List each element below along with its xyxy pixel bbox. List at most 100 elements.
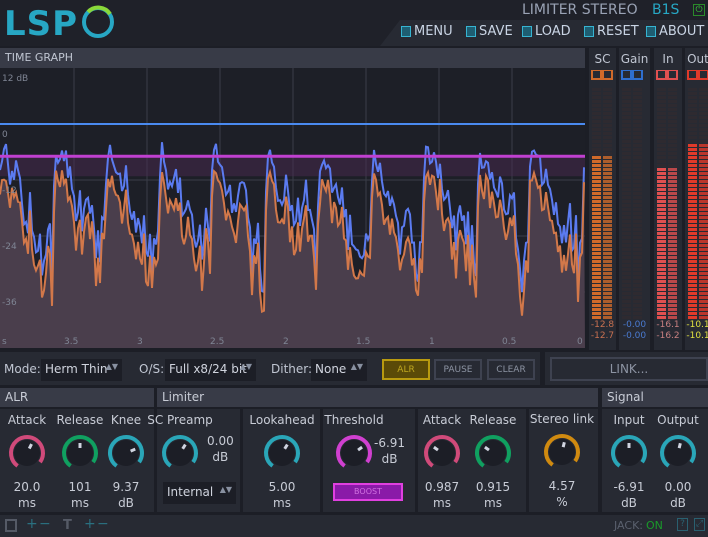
sc-source-select[interactable]: Internal ▲▼ xyxy=(163,482,236,504)
knob-body xyxy=(549,439,575,465)
x-axis-label: 1 xyxy=(429,337,435,347)
meter-segment xyxy=(592,176,601,179)
meter-segment xyxy=(592,248,601,251)
meter-segment xyxy=(657,168,666,171)
meter-segment xyxy=(633,212,642,215)
link-button[interactable]: LINK... xyxy=(550,357,708,381)
meter-segment xyxy=(592,284,601,287)
meter-segment xyxy=(699,212,708,215)
meter-segment xyxy=(622,108,631,111)
plugin-variant: B1S xyxy=(652,2,680,18)
meter-segment xyxy=(657,128,666,131)
clear-button[interactable]: CLEAR xyxy=(487,359,535,380)
window-size-icon[interactable] xyxy=(5,519,17,532)
reset-button[interactable]: RESET xyxy=(584,24,639,39)
knob-body xyxy=(665,440,691,466)
meter-segment xyxy=(633,100,642,103)
font-size-icon[interactable]: T xyxy=(63,518,72,533)
meter-segment xyxy=(603,296,612,299)
meter-segment xyxy=(603,148,612,151)
knob-body xyxy=(113,440,139,466)
meter-segment xyxy=(657,236,666,239)
meter-segment xyxy=(633,204,642,207)
meter-segment xyxy=(688,168,697,171)
meter-segment xyxy=(592,184,601,187)
font-increase-icon[interactable]: + xyxy=(84,516,96,532)
save-label: SAVE xyxy=(479,24,513,39)
jack-label: JACK: xyxy=(614,519,643,532)
zoom-out-icon[interactable]: − xyxy=(39,516,51,532)
meter-segment xyxy=(668,240,677,243)
meter-segment xyxy=(633,188,642,191)
meter-segment xyxy=(592,288,601,291)
meter-segment xyxy=(688,272,697,275)
zoom-in-icon[interactable]: + xyxy=(26,516,38,532)
sc-preamp-value: 0.00 xyxy=(207,434,234,448)
meter-segment xyxy=(657,252,666,255)
menu-icon xyxy=(401,26,411,37)
sc-preamp-unit: dB xyxy=(212,450,229,464)
power-icon[interactable]: ⏻ xyxy=(693,4,705,16)
meter-segment xyxy=(622,284,631,287)
knob-label: SC Preamp xyxy=(147,413,213,427)
meter-segment xyxy=(633,244,642,247)
meter-segment xyxy=(592,180,601,183)
meter-segment xyxy=(699,136,708,139)
meter-segment xyxy=(622,204,631,207)
help-icon[interactable]: ? xyxy=(677,518,688,531)
meter-segment xyxy=(592,120,601,123)
mode-select[interactable]: Herm Thin ▲▼ xyxy=(41,359,122,381)
meter-segment xyxy=(592,228,601,231)
meter-segment xyxy=(657,216,666,219)
oversampling-select[interactable]: Full x8/24 bit ▲▼ xyxy=(165,359,256,381)
meter-segment xyxy=(699,160,708,163)
fullscreen-icon[interactable]: ⤢ xyxy=(694,518,705,531)
alr-toggle-button[interactable]: ALR xyxy=(382,359,430,380)
meter-segment xyxy=(633,296,642,299)
knob-label: Release xyxy=(469,413,517,427)
meter-segment xyxy=(657,304,666,307)
meter-segment xyxy=(657,176,666,179)
knob-label: Threshold xyxy=(324,413,384,427)
spinner-icon: ▲▼ xyxy=(239,362,252,371)
meter-segment xyxy=(633,168,642,171)
sc-source-value: Internal xyxy=(167,485,214,499)
save-button[interactable]: SAVE xyxy=(466,24,513,39)
meter-segment xyxy=(592,264,601,267)
meter-segment xyxy=(603,288,612,291)
meter-segment xyxy=(592,236,601,239)
meter-segment xyxy=(633,256,642,259)
pause-button[interactable]: PAUSE xyxy=(434,359,482,380)
meter-segment xyxy=(633,276,642,279)
lookahead-knob[interactable]: Lookahead 5.00 ms xyxy=(242,413,322,511)
knob-body xyxy=(14,440,40,466)
meter-segment xyxy=(668,244,677,247)
meter-segment xyxy=(592,296,601,299)
meter-segment xyxy=(657,144,666,147)
meter-segment xyxy=(688,120,697,123)
meter-segment xyxy=(688,184,697,187)
dither-select[interactable]: None ▲▼ xyxy=(311,359,367,381)
meter-segment xyxy=(699,316,708,319)
meter-segment xyxy=(668,260,677,263)
about-button[interactable]: ABOUT xyxy=(646,24,704,39)
meter-segment xyxy=(657,132,666,135)
limiter-section-title: Limiter xyxy=(157,388,598,407)
meter-segment xyxy=(699,228,708,231)
meter-segment xyxy=(699,208,708,211)
meter-segment xyxy=(603,204,612,207)
font-decrease-icon[interactable]: − xyxy=(97,516,109,532)
release-knob[interactable]: Release 0.915 ms xyxy=(453,413,533,511)
meter-segment xyxy=(592,304,601,307)
meter-segment xyxy=(633,140,642,143)
meter-segment xyxy=(592,300,601,303)
output-knob[interactable]: Output 0.00 dB xyxy=(638,413,708,511)
meter-segment xyxy=(668,252,677,255)
mode-label: Mode: xyxy=(4,362,41,376)
meter-sc: SC -12.8 -12.7 xyxy=(589,48,616,350)
boost-button[interactable]: BOOST xyxy=(333,483,403,501)
meter-segment xyxy=(657,284,666,287)
menu-button[interactable]: MENU xyxy=(401,24,453,39)
load-button[interactable]: LOAD xyxy=(522,24,571,39)
meter-segment xyxy=(699,112,708,115)
